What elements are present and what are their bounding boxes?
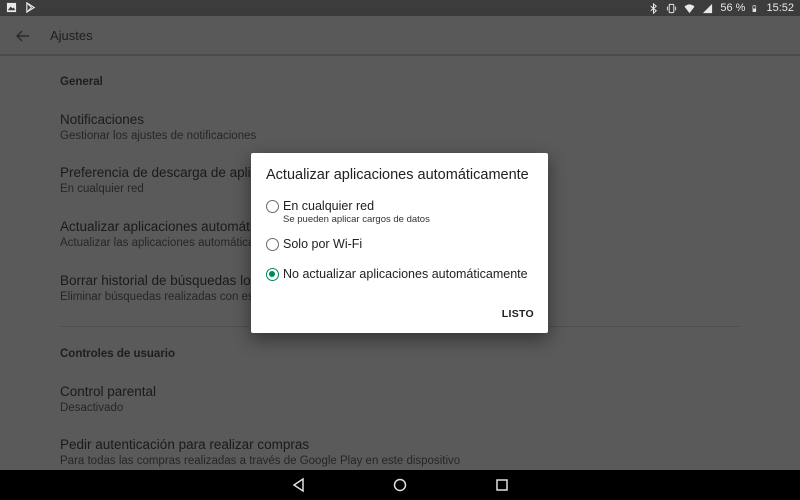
option-wifi-only[interactable]: Solo por Wi-Fi (266, 237, 362, 251)
home-circle-icon[interactable] (392, 477, 408, 493)
setting-title: Control parental (60, 384, 157, 399)
setting-subtitle: Desactivado (60, 402, 124, 414)
setting-notificaciones[interactable]: Notificaciones Gestionar los ajustes de … (60, 112, 760, 142)
back-arrow-icon[interactable] (12, 25, 34, 47)
section-header-user-controls: Controles de usuario (60, 348, 176, 360)
option-label: No actualizar aplicaciones automáticamen… (283, 267, 528, 281)
auto-update-dialog: Actualizar aplicaciones automáticamente … (251, 153, 548, 333)
battery-percent: 56 % (720, 2, 746, 14)
setting-title: Pedir autenticación para realizar compra… (60, 437, 310, 452)
setting-subtitle: Gestionar los ajustes de notificaciones (60, 130, 257, 142)
image-icon (6, 2, 17, 13)
navigation-bar (0, 470, 800, 500)
option-label: En cualquier red (283, 199, 375, 213)
back-triangle-icon[interactable] (291, 477, 307, 493)
radio-checked[interactable] (266, 268, 279, 281)
recents-square-icon[interactable] (494, 477, 510, 493)
clock: 15:52 (766, 2, 794, 14)
play-store-icon (26, 2, 36, 13)
option-any-network[interactable]: En cualquier red Se pueden aplicar cargo… (266, 199, 430, 225)
setting-autenticacion-compras[interactable]: Pedir autenticación para realizar compra… (60, 437, 760, 467)
battery-icon (753, 4, 757, 12)
option-label: Solo por Wi-Fi (283, 237, 363, 251)
bluetooth-icon (650, 2, 658, 14)
option-no-update[interactable]: No actualizar aplicaciones automáticamen… (266, 267, 528, 281)
setting-title: Notificaciones (60, 112, 145, 127)
radio-unchecked[interactable] (266, 200, 279, 213)
signal-icon (703, 3, 713, 13)
section-header-general: General (60, 76, 103, 88)
dialog-title: Actualizar aplicaciones automáticamente (266, 167, 529, 183)
page-title: Ajustes (50, 28, 93, 43)
option-sublabel: Se pueden aplicar cargos de datos (283, 214, 430, 225)
wifi-icon (684, 3, 695, 13)
app-bar: Ajustes (0, 16, 800, 55)
status-bar: 56 % 15:52 (0, 0, 800, 16)
setting-control-parental[interactable]: Control parental Desactivado (60, 384, 760, 414)
vibrate-icon (667, 3, 677, 13)
radio-unchecked[interactable] (266, 238, 279, 251)
setting-subtitle: Para todas las compras realizadas a trav… (60, 455, 461, 467)
done-button[interactable]: LISTO (502, 308, 534, 320)
